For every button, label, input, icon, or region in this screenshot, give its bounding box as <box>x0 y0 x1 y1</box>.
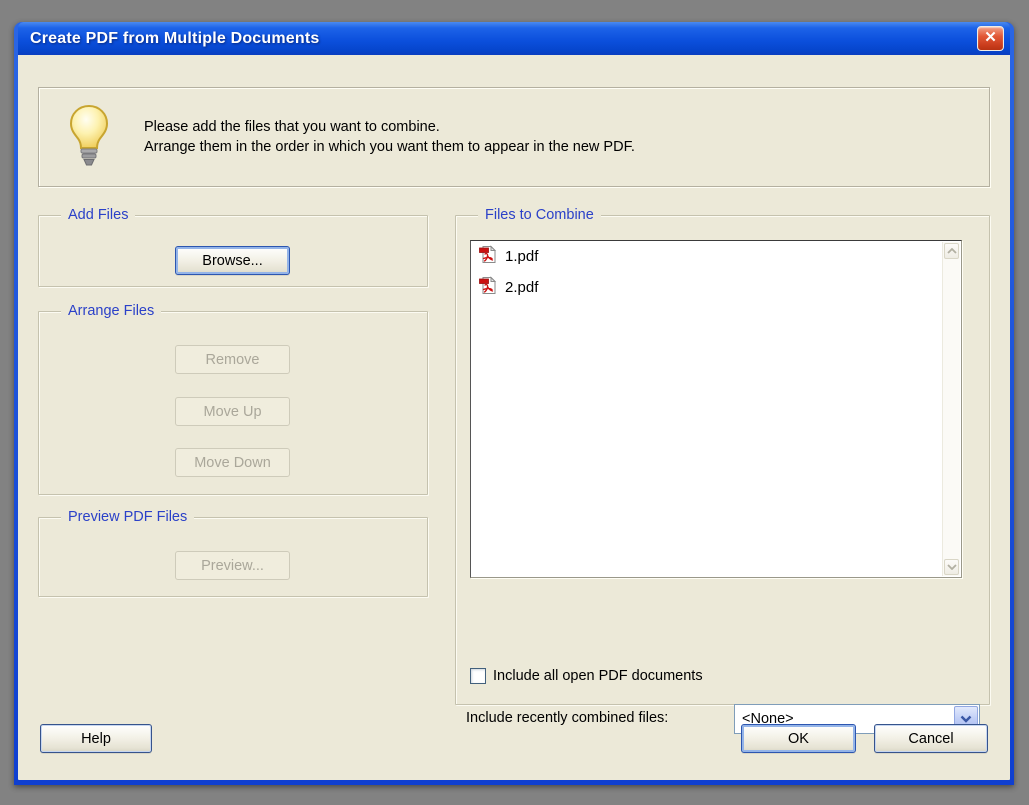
help-button[interactable]: Help <box>40 724 152 753</box>
scroll-down-icon[interactable] <box>944 559 959 575</box>
recent-files-label: Include recently combined files: <box>466 710 668 726</box>
preview-pdf-group-label: Preview PDF Files <box>61 509 194 525</box>
info-line-2: Arrange them in the order in which you w… <box>144 137 635 157</box>
info-line-1: Please add the files that you want to co… <box>144 117 635 137</box>
lightbulb-icon <box>66 104 112 170</box>
arrange-files-group-label: Arrange Files <box>61 303 161 319</box>
scroll-up-icon[interactable] <box>944 243 959 259</box>
pdf-file-icon <box>479 276 497 299</box>
list-scrollbar[interactable] <box>942 242 960 576</box>
file-name: 1.pdf <box>505 248 538 265</box>
file-name: 2.pdf <box>505 279 538 296</box>
dialog-client-area: Please add the files that you want to co… <box>18 55 1010 780</box>
files-list[interactable]: 1.pdf 2.pdf <box>470 240 962 578</box>
add-files-group-label: Add Files <box>61 207 135 223</box>
info-banner: Please add the files that you want to co… <box>38 87 990 187</box>
list-item[interactable]: 2.pdf <box>471 272 961 303</box>
desktop-background: { "window": { "title": "Create PDF from … <box>0 0 1029 805</box>
window-title: Create PDF from Multiple Documents <box>30 30 977 48</box>
cancel-button[interactable]: Cancel <box>874 724 988 753</box>
files-to-combine-group-label: Files to Combine <box>478 207 601 223</box>
include-all-checkbox[interactable] <box>470 668 486 684</box>
pdf-file-icon <box>479 245 497 268</box>
remove-button: Remove <box>175 345 290 374</box>
list-item[interactable]: 1.pdf <box>471 241 961 272</box>
dialog-window: Create PDF from Multiple Documents ✕ <box>14 22 1014 785</box>
browse-button[interactable]: Browse... <box>175 246 290 275</box>
titlebar[interactable]: Create PDF from Multiple Documents ✕ <box>18 22 1010 55</box>
ok-button[interactable]: OK <box>741 724 856 753</box>
include-all-label: Include all open PDF documents <box>493 668 703 684</box>
move-down-button: Move Down <box>175 448 290 477</box>
include-all-row: Include all open PDF documents <box>470 668 703 684</box>
close-icon[interactable]: ✕ <box>977 26 1004 51</box>
move-up-button: Move Up <box>175 397 290 426</box>
preview-button: Preview... <box>175 551 290 580</box>
info-text: Please add the files that you want to co… <box>144 117 635 157</box>
